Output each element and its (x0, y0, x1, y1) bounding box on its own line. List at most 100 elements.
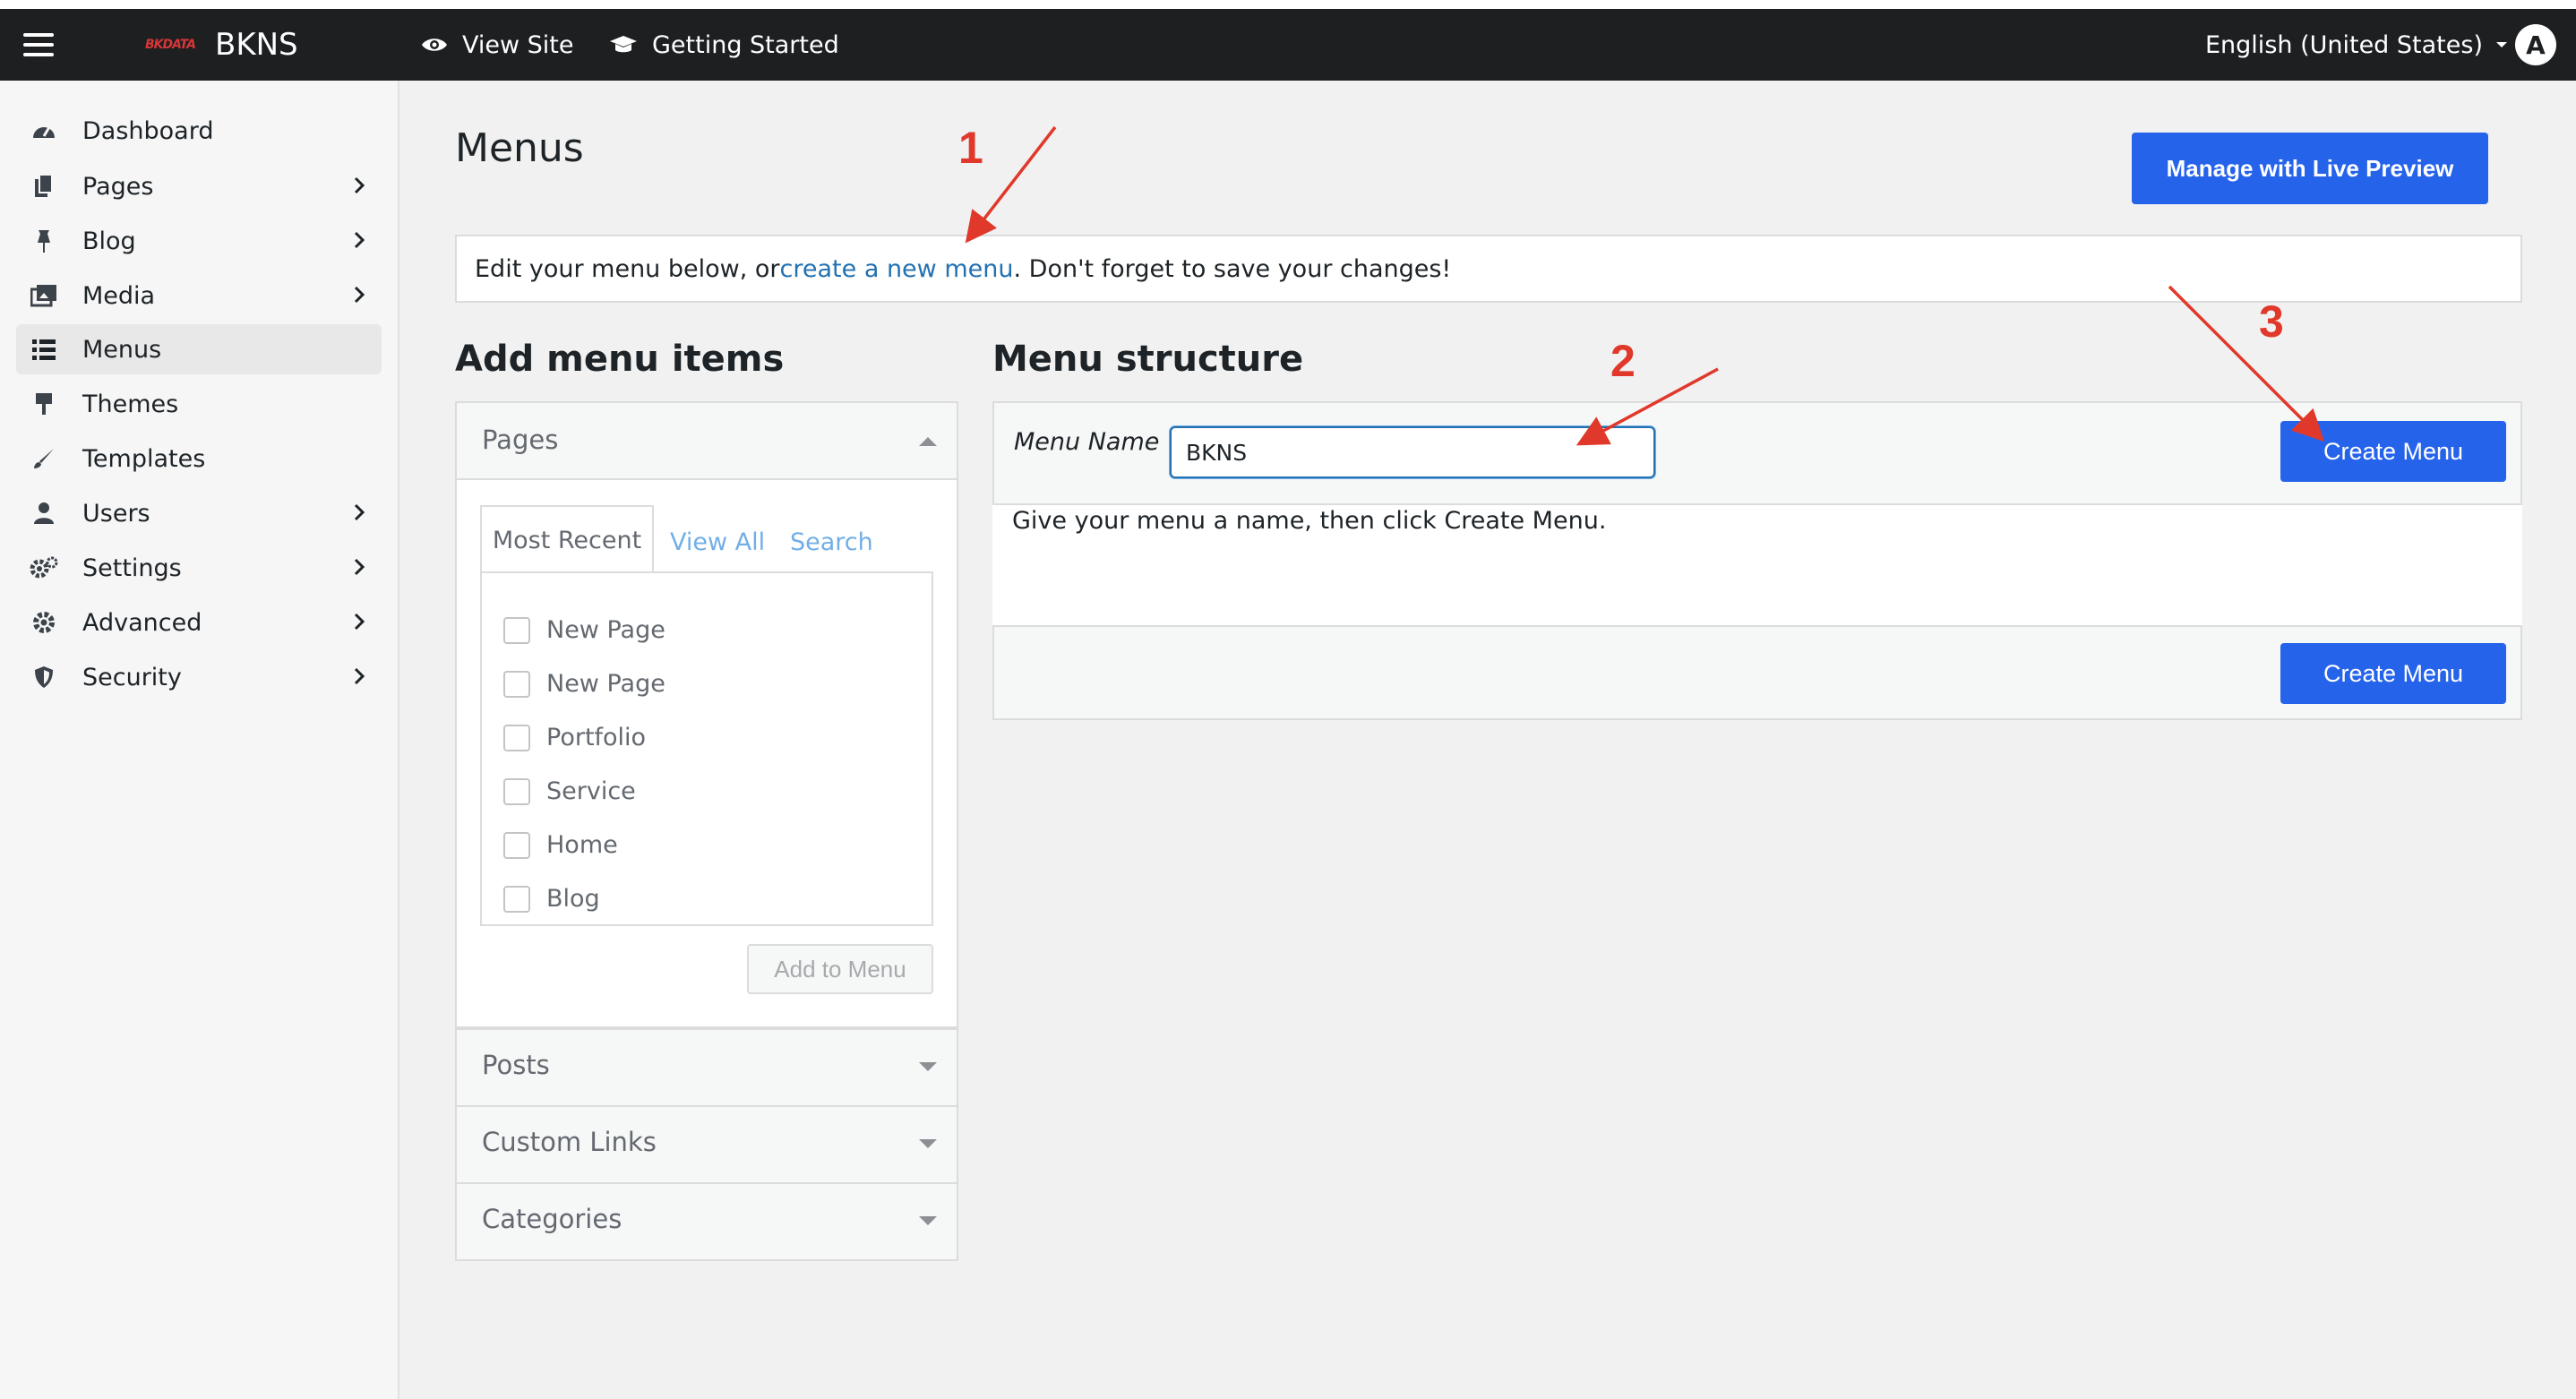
create-menu-button-top[interactable]: Create Menu (2280, 421, 2506, 482)
sidebar-item-pages[interactable]: Pages (16, 161, 382, 211)
page-title: Menus (455, 125, 584, 171)
menu-notice: Edit your menu below, or create a new me… (455, 235, 2522, 303)
logo-text: BKDATA (145, 38, 196, 52)
admin-topbar: BKDATA BKNS View Site Getting Started En… (0, 9, 2576, 81)
caret-down-icon (919, 1062, 937, 1071)
sidebar-item-label: Blog (82, 227, 136, 255)
user-icon (29, 498, 59, 528)
chevron-right-icon (354, 176, 365, 194)
sidebar-item-label: Pages (82, 172, 154, 201)
site-logo[interactable]: BKDATA (145, 9, 208, 81)
menu-name-label: Menu Name (1014, 428, 1160, 456)
sidebar-item-label: Users (82, 499, 150, 528)
custom-links-panel[interactable]: Custom Links (455, 1105, 958, 1184)
sidebar-item-label: Menus (82, 335, 162, 364)
templates-icon (29, 443, 59, 474)
annotation-number-2: 2 (1610, 336, 1636, 386)
sidebar-item-label: Settings (82, 554, 182, 582)
view-site-link[interactable]: View Site (421, 9, 574, 81)
posts-panel-title: Posts (482, 1050, 550, 1080)
caret-down-icon (919, 1216, 937, 1225)
list-item[interactable]: Portfolio (503, 724, 646, 751)
menus-icon (29, 334, 59, 365)
sidebar-item-templates[interactable]: Templates (16, 433, 382, 484)
checkbox[interactable] (503, 777, 530, 805)
sidebar-item-media[interactable]: Media (16, 270, 382, 321)
tab-search[interactable]: Search (790, 528, 873, 556)
annotation-number-3: 3 (2259, 296, 2284, 347)
avatar[interactable]: A (2515, 24, 2556, 65)
language-selector[interactable]: English (United States) (2205, 9, 2508, 81)
menu-structure-heading: Menu structure (992, 339, 1304, 380)
sidebar-item-label: Templates (82, 444, 206, 473)
list-item-label: Service (546, 777, 636, 805)
sidebar-item-users[interactable]: Users (16, 488, 382, 538)
caret-up-icon (919, 437, 937, 446)
checkbox[interactable] (503, 885, 530, 913)
tab-view-all[interactable]: View All (670, 528, 765, 556)
pages-panel-title: Pages (482, 425, 559, 455)
chevron-right-icon (354, 286, 365, 304)
sidebar-item-dashboard[interactable]: Dashboard (16, 106, 382, 156)
checkbox[interactable] (503, 831, 530, 859)
brush-icon (29, 389, 59, 419)
list-item-label: New Page (546, 616, 665, 644)
sidebar-item-label: Advanced (82, 608, 202, 637)
graduation-cap-icon (610, 36, 637, 53)
shield-icon (29, 662, 59, 692)
sidebar-item-security[interactable]: Security (16, 652, 382, 702)
gear-icon (29, 607, 59, 638)
checkbox[interactable] (503, 616, 530, 644)
pin-icon (29, 226, 59, 256)
menu-name-input[interactable] (1170, 426, 1655, 478)
list-item[interactable]: Home (503, 831, 618, 859)
chevron-right-icon (354, 613, 365, 631)
create-new-menu-link[interactable]: create a new menu (780, 255, 1014, 283)
hamburger-icon (23, 33, 54, 56)
chevron-right-icon (354, 231, 365, 249)
list-item[interactable]: Blog (503, 885, 600, 913)
pages-icon (29, 171, 59, 202)
hamburger-menu-button[interactable] (23, 9, 59, 81)
manage-live-preview-button[interactable]: Manage with Live Preview (2132, 133, 2488, 204)
sidebar-item-advanced[interactable]: Advanced (16, 597, 382, 648)
getting-started-label: Getting Started (652, 30, 839, 59)
pages-checklist: New Page New Page Portfolio Service Home… (480, 571, 933, 926)
sidebar-item-label: Themes (82, 390, 179, 418)
language-label: English (United States) (2205, 30, 2483, 59)
caret-down-icon (919, 1139, 937, 1148)
list-item-label: Home (546, 831, 618, 859)
checkbox[interactable] (503, 724, 530, 751)
dashboard-icon (29, 116, 59, 146)
sidebar-item-menus[interactable]: Menus (16, 324, 382, 374)
categories-panel[interactable]: Categories (455, 1182, 958, 1261)
notice-text-after: . Don't forget to save your changes! (1013, 254, 1452, 283)
view-site-label: View Site (462, 30, 574, 59)
custom-links-panel-title: Custom Links (482, 1127, 657, 1157)
checkbox[interactable] (503, 670, 530, 698)
sidebar-item-label: Dashboard (82, 116, 214, 145)
annotation-number-1: 1 (958, 123, 983, 173)
sidebar-item-blog[interactable]: Blog (16, 216, 382, 266)
list-item-label: Blog (546, 885, 600, 913)
sidebar-item-themes[interactable]: Themes (16, 379, 382, 429)
list-item[interactable]: New Page (503, 616, 665, 644)
tab-most-recent[interactable]: Most Recent (480, 505, 654, 573)
sidebar-item-settings[interactable]: Settings (16, 543, 382, 593)
getting-started-link[interactable]: Getting Started (609, 9, 839, 81)
add-to-menu-button[interactable]: Add to Menu (747, 944, 933, 994)
list-item[interactable]: Service (503, 777, 636, 805)
list-item[interactable]: New Page (503, 670, 665, 698)
sidebar-item-label: Media (82, 281, 156, 310)
site-name-link[interactable]: BKNS (215, 9, 298, 81)
chevron-right-icon (354, 503, 365, 521)
list-item-label: New Page (546, 670, 665, 698)
notice-text-before: Edit your menu below, or (475, 254, 780, 283)
create-menu-button-bottom[interactable]: Create Menu (2280, 643, 2506, 704)
admin-sidebar: Dashboard Pages Blog Media Menus Themes … (0, 81, 399, 1399)
menu-structure-hint: Give your menu a name, then click Create… (1012, 507, 1607, 535)
sidebar-item-label: Security (82, 663, 182, 691)
pages-panel-header[interactable]: Pages (457, 403, 957, 480)
posts-panel[interactable]: Posts (455, 1028, 958, 1107)
add-menu-items-heading: Add menu items (455, 339, 785, 380)
